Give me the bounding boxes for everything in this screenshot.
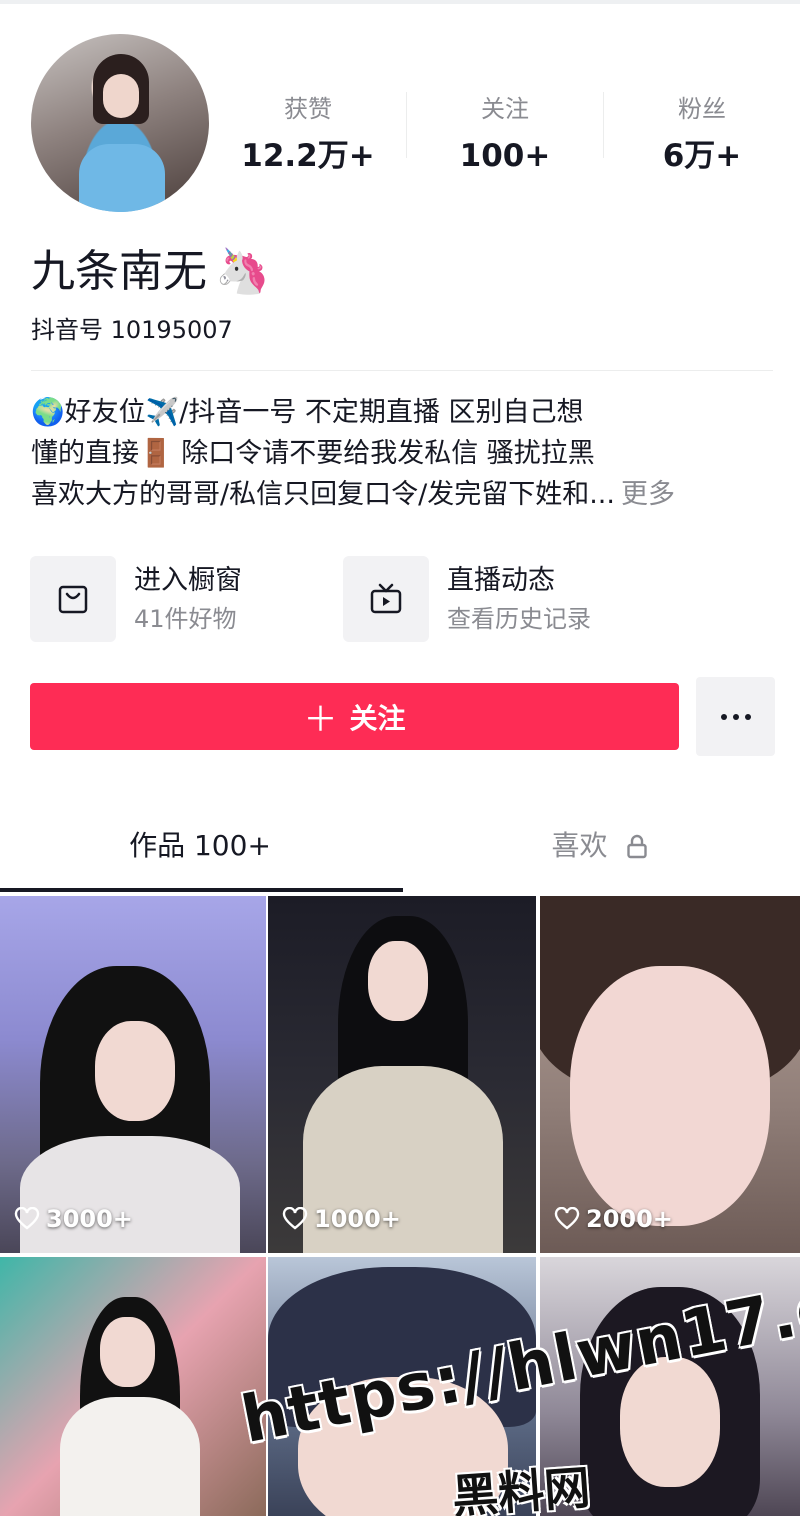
bio-more-link[interactable]: 更多 [621, 479, 675, 510]
heart-icon [14, 1207, 40, 1230]
plus-icon: ＋ [303, 700, 338, 740]
profile-bio: 🌍好友位✈️/抖音一号 不定期直播 区别自己想 懂的直接🚪 除口令请不要给我发私… [31, 392, 771, 515]
video-likes-count: 1000+ [314, 1205, 401, 1233]
bio-line: 🌍好友位✈️/抖音一号 不定期直播 区别自己想 [31, 397, 584, 428]
shop-entry-subtitle: 41件好物 [134, 605, 237, 633]
tab-likes[interactable]: 喜欢 [400, 826, 800, 866]
live-entry[interactable]: 直播动态 查看历史记录 [343, 556, 663, 642]
video-thumbnail[interactable] [0, 1257, 266, 1516]
avatar-outfit [79, 144, 165, 212]
stat-likes[interactable]: 获赞 12.2万+ [210, 92, 406, 174]
stat-likes-label: 获赞 [284, 95, 332, 123]
follow-button[interactable]: ＋ 关注 [30, 683, 679, 750]
follow-button-label: 关注 [349, 701, 406, 735]
tv-icon [343, 556, 429, 642]
profile-stats: 获赞 12.2万+ 关注 100+ 粉丝 6万+ [210, 92, 800, 182]
live-entry-title: 直播动态 [447, 565, 555, 596]
stat-likes-value: 12.2万+ [241, 138, 375, 174]
stat-followers-value: 6万+ [662, 138, 742, 174]
top-divider [0, 0, 800, 4]
tab-works[interactable]: 作品 100+ [0, 826, 400, 866]
avatar-face [103, 74, 139, 118]
tab-works-label: 作品 100+ [129, 829, 271, 862]
shop-entry[interactable]: 进入橱窗 41件好物 [30, 556, 330, 642]
live-entry-subtitle: 查看历史记录 [447, 605, 591, 633]
video-thumbnail[interactable]: 1000+ [268, 896, 536, 1253]
account-id: 抖音号 10195007 [31, 316, 233, 344]
video-thumbnail[interactable] [268, 1257, 536, 1516]
stat-followers-label: 粉丝 [678, 95, 726, 123]
heart-icon [282, 1207, 308, 1230]
bio-line-last: 喜欢大方的哥哥/私信只回复口令/发完留下姓和... 更多 [31, 474, 771, 515]
shopping-bag-icon [30, 556, 116, 642]
profile-name: 九条南无 🦄 [31, 244, 270, 300]
more-options-button[interactable] [696, 677, 775, 756]
tab-active-indicator [0, 888, 403, 892]
unicorn-icon: 🦄 [215, 246, 270, 297]
video-thumbnail[interactable]: 2000+ [540, 896, 800, 1253]
divider [31, 370, 773, 371]
video-thumbnail[interactable] [540, 1257, 800, 1516]
heart-icon [554, 1207, 580, 1230]
shop-entry-title: 进入橱窗 [134, 565, 242, 596]
content-tabs: 作品 100+ 喜欢 [0, 812, 800, 892]
bio-line-text: 喜欢大方的哥哥/私信只回复口令/发完留下姓和... [31, 479, 615, 510]
profile-name-text: 九条南无 [31, 246, 207, 297]
avatar[interactable] [31, 34, 209, 212]
video-likes: 3000+ [14, 1205, 133, 1233]
video-likes: 1000+ [282, 1205, 401, 1233]
stat-following[interactable]: 关注 100+ [407, 92, 603, 174]
lock-icon [627, 834, 648, 859]
stat-followers[interactable]: 粉丝 6万+ [604, 92, 800, 174]
video-grid: 3000+ 1000+ 2000+ [0, 896, 800, 1516]
video-thumbnail[interactable]: 3000+ [0, 896, 266, 1253]
ellipsis-icon [720, 713, 751, 720]
video-likes: 2000+ [554, 1205, 673, 1233]
stat-following-label: 关注 [481, 95, 529, 123]
bio-line: 懂的直接🚪 除口令请不要给我发私信 骚扰拉黑 [31, 438, 595, 469]
tab-likes-label: 喜欢 [551, 829, 608, 862]
video-likes-count: 2000+ [586, 1205, 673, 1233]
video-likes-count: 3000+ [46, 1205, 133, 1233]
stat-following-value: 100+ [459, 138, 551, 174]
